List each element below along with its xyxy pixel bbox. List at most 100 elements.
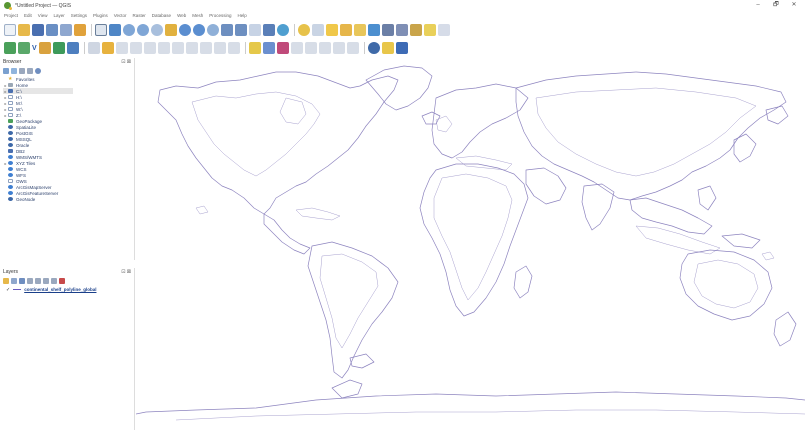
new-project-icon[interactable] bbox=[4, 24, 16, 36]
maximize-button[interactable]: 🗗 bbox=[767, 1, 785, 10]
cut-features-icon[interactable] bbox=[171, 42, 184, 54]
label-tool-icon[interactable] bbox=[248, 42, 261, 54]
browser-item-label: PostGIS bbox=[16, 130, 33, 136]
save-as-icon[interactable] bbox=[46, 24, 58, 36]
measure-icon[interactable] bbox=[410, 24, 422, 36]
minimize-button[interactable]: – bbox=[749, 1, 767, 10]
filter-legend-icon[interactable] bbox=[27, 278, 33, 284]
label-properties-icon[interactable] bbox=[262, 42, 275, 54]
close-button[interactable]: ✕ bbox=[785, 1, 803, 10]
rotate-label-icon[interactable] bbox=[332, 42, 345, 54]
add-selected-layers-icon[interactable] bbox=[11, 68, 17, 74]
menu-layer[interactable]: Layer bbox=[53, 13, 64, 18]
add-virtual-layer-label[interactable]: V bbox=[32, 45, 37, 52]
mediterranean bbox=[455, 155, 513, 171]
zoom-to-layer-icon[interactable] bbox=[193, 24, 205, 36]
menu-help[interactable]: Help bbox=[238, 13, 247, 18]
add-delimited-text-icon[interactable] bbox=[38, 42, 51, 54]
diagram-icon[interactable] bbox=[276, 42, 289, 54]
browser-item-geonode[interactable]: GeoNode bbox=[3, 196, 134, 202]
select-features-icon[interactable] bbox=[326, 24, 338, 36]
add-group-icon[interactable] bbox=[11, 278, 17, 284]
new-guinea-shelf bbox=[721, 233, 761, 249]
menu-edit[interactable]: Edit bbox=[24, 13, 32, 18]
refresh-icon[interactable] bbox=[277, 24, 289, 36]
manage-map-themes-icon[interactable] bbox=[19, 278, 25, 284]
add-wms-layer-icon[interactable] bbox=[66, 42, 79, 54]
add-vector-layer-icon[interactable] bbox=[18, 42, 30, 54]
statistical-summary-icon[interactable] bbox=[382, 24, 394, 36]
menu-view[interactable]: View bbox=[38, 13, 48, 18]
copy-features-icon[interactable] bbox=[185, 42, 198, 54]
menu-settings[interactable]: Settings bbox=[71, 13, 87, 18]
pan-hand-icon[interactable] bbox=[95, 24, 107, 36]
refresh-icon[interactable] bbox=[3, 68, 9, 74]
field-calculator-icon[interactable] bbox=[396, 24, 408, 36]
menu-web[interactable]: Web bbox=[177, 13, 186, 18]
zoom-next-icon[interactable] bbox=[235, 24, 247, 36]
move-label-icon[interactable] bbox=[318, 42, 331, 54]
processing-toolbox-icon[interactable] bbox=[395, 42, 408, 54]
show-hide-labels-icon[interactable] bbox=[304, 42, 317, 54]
qgis-logo-icon bbox=[4, 2, 12, 10]
pin-labels-icon[interactable] bbox=[290, 42, 303, 54]
layer-visibility-checkbox[interactable]: ✓ bbox=[6, 287, 10, 293]
layout-manager-icon[interactable] bbox=[74, 24, 86, 36]
zoom-rubber-band-icon[interactable] bbox=[151, 24, 163, 36]
data-source-manager-icon[interactable] bbox=[4, 42, 16, 54]
save-project-icon[interactable] bbox=[32, 24, 44, 36]
menu-mesh[interactable]: Mesh bbox=[192, 13, 203, 18]
open-layer-styling-icon[interactable] bbox=[3, 278, 9, 284]
pan-to-selection-icon[interactable] bbox=[109, 24, 121, 36]
undo-icon[interactable] bbox=[213, 42, 226, 54]
show-bookmarks-icon[interactable] bbox=[263, 24, 275, 36]
add-spatialite-icon[interactable] bbox=[52, 42, 65, 54]
new-print-layout-icon[interactable] bbox=[60, 24, 72, 36]
layer-item[interactable]: ✓ continental_shelf_polyline_global bbox=[0, 286, 134, 293]
zoom-full-icon[interactable] bbox=[165, 24, 177, 36]
zoom-last-icon[interactable] bbox=[221, 24, 233, 36]
map-canvas[interactable] bbox=[136, 58, 805, 430]
paste-features-icon[interactable] bbox=[199, 42, 212, 54]
expand-all-icon[interactable] bbox=[43, 278, 49, 284]
identify-features-icon[interactable] bbox=[298, 24, 310, 36]
save-edits-icon[interactable] bbox=[115, 42, 128, 54]
new-bookmark-icon[interactable] bbox=[249, 24, 261, 36]
zoom-to-selection-icon[interactable] bbox=[179, 24, 191, 36]
layers-panel-controls[interactable]: ⊡ ⊠ bbox=[121, 269, 131, 275]
open-project-icon[interactable] bbox=[18, 24, 30, 36]
text-annotation-icon[interactable] bbox=[438, 24, 450, 36]
menu-project[interactable]: Project bbox=[4, 13, 18, 18]
zoom-native-icon[interactable] bbox=[207, 24, 219, 36]
filter-icon[interactable] bbox=[19, 68, 25, 74]
select-by-value-icon[interactable] bbox=[340, 24, 352, 36]
redo-icon[interactable] bbox=[227, 42, 240, 54]
browser-panel-controls[interactable]: ⊡ ⊠ bbox=[121, 59, 131, 65]
map-tips-icon[interactable] bbox=[424, 24, 436, 36]
python-console-icon[interactable] bbox=[381, 42, 394, 54]
kamchatka-shelf bbox=[765, 105, 789, 125]
filter-by-expression-icon[interactable] bbox=[35, 278, 41, 284]
action-icon[interactable] bbox=[312, 24, 324, 36]
zoom-out-icon[interactable] bbox=[137, 24, 149, 36]
zoom-in-icon[interactable] bbox=[123, 24, 135, 36]
properties-icon[interactable] bbox=[35, 68, 41, 74]
menu-vector[interactable]: Vector bbox=[114, 13, 127, 18]
gps-icon[interactable] bbox=[367, 42, 380, 54]
menu-plugins[interactable]: Plugins bbox=[93, 13, 108, 18]
delete-selected-icon[interactable] bbox=[157, 42, 170, 54]
menu-processing[interactable]: Processing bbox=[209, 13, 231, 18]
toolbar-separator bbox=[294, 24, 295, 36]
menu-database[interactable]: Database bbox=[152, 13, 171, 18]
attribute-table-icon[interactable] bbox=[368, 24, 380, 36]
toggle-editing-icon[interactable] bbox=[101, 42, 114, 54]
vertex-tool-icon[interactable] bbox=[143, 42, 156, 54]
change-label-icon[interactable] bbox=[346, 42, 359, 54]
remove-layer-icon[interactable] bbox=[59, 278, 65, 284]
digitize-icon[interactable] bbox=[129, 42, 142, 54]
collapse-all-icon[interactable] bbox=[27, 68, 33, 74]
current-edits-icon[interactable] bbox=[87, 42, 100, 54]
deselect-icon[interactable] bbox=[354, 24, 366, 36]
collapse-all-icon[interactable] bbox=[51, 278, 57, 284]
menu-raster[interactable]: Raster bbox=[133, 13, 146, 18]
